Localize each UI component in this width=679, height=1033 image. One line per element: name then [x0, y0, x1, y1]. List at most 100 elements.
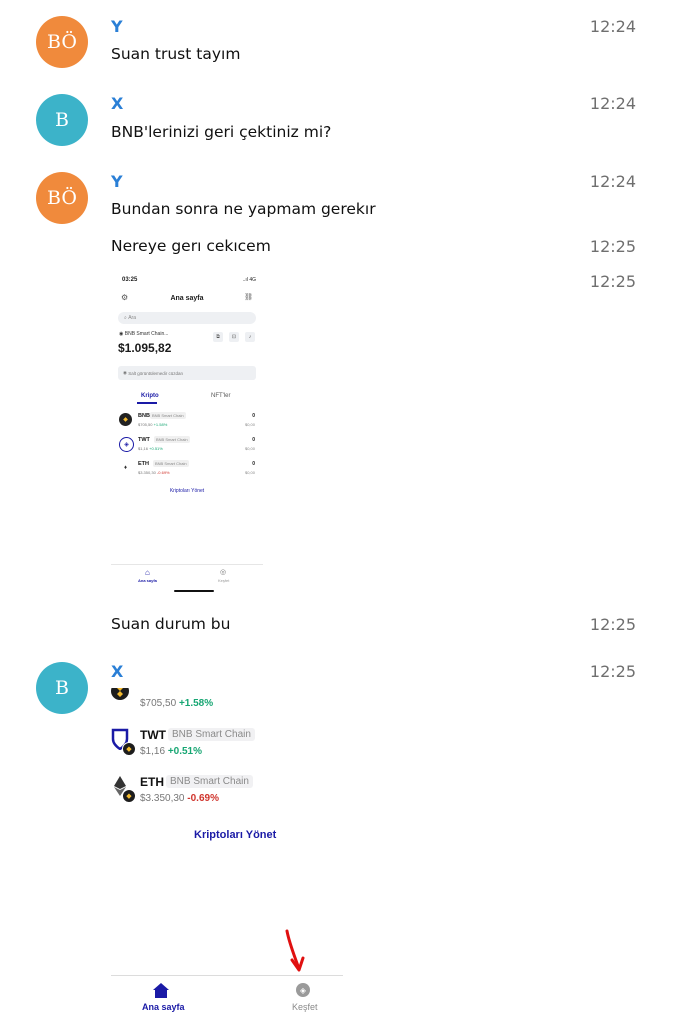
eth-icon: ♦ — [119, 461, 132, 474]
price-value: $1,16 — [140, 746, 166, 757]
token-price: $1,16 +0.51% — [140, 746, 202, 757]
nav-discover-label: Keşfet — [292, 1002, 318, 1012]
message-text: BNB'lerinizi geri çektiniz mi? — [111, 123, 332, 141]
divider — [111, 975, 343, 976]
tab-nft: NFT'ler — [211, 393, 231, 399]
search-input: ⌕ Ara — [118, 312, 256, 324]
token-amount: 0 — [252, 461, 255, 467]
sender-name[interactable]: Y — [111, 17, 123, 36]
token-price: $1,16 +0.51% — [138, 446, 163, 451]
wallet-actions: ⧉ ⊡ ♪ — [213, 332, 255, 342]
message-time: 12:24 — [589, 17, 636, 36]
token-row: ◆ BNB BNB Smart Chain $705,50 +1.58% 0 $… — [119, 412, 255, 432]
nav-home-label: Ana sayfa — [142, 1002, 185, 1012]
sender-name[interactable]: X — [111, 662, 123, 681]
nav-discover-label: Keşfet — [218, 578, 230, 583]
message-text: Bundan sonra ne yapmam gerekır — [111, 200, 376, 218]
wallet-label: BNB Smart Chain... — [124, 331, 169, 337]
token-usd: $0,00 — [244, 446, 255, 451]
divider — [111, 564, 263, 565]
price-change: -0.69% — [187, 793, 219, 804]
price-value: $1,16 — [138, 446, 149, 451]
avatar[interactable]: BÖ — [36, 16, 88, 68]
home-indicator — [174, 590, 214, 592]
message-time: 12:25 — [589, 237, 636, 256]
screenshot-image[interactable]: $705,50 +1.58% ◆ TWT BNB Smart Chain $1,… — [111, 688, 343, 1018]
price-change: +1.58% — [178, 698, 214, 709]
bnb-badge-icon: ◆ — [122, 742, 136, 756]
status-icons: ..ıl 4G — [242, 277, 256, 283]
message-time: 12:25 — [589, 615, 636, 634]
token-chain: BNB Smart Chain — [150, 412, 186, 419]
token-price: $3.350,30 -0.69% — [140, 793, 219, 804]
home-icon — [153, 983, 169, 998]
token-price: $3.350,30 -0.69% — [138, 470, 170, 475]
copy-icon: ⧉ — [213, 332, 223, 342]
price-change: +0.51% — [167, 746, 203, 757]
tab-indicator — [137, 402, 157, 404]
home-icon: ⌂ — [145, 568, 150, 577]
price-change: +0.51% — [149, 446, 163, 451]
manage-crypto-link: Kriptoları Yönet — [169, 488, 205, 494]
token-chain: BNB Smart Chain — [154, 436, 190, 443]
message-text: Nereye gerı cekıcem — [111, 237, 271, 255]
token-row: ◈ TWT BNB Smart Chain $1,16 +0.51% 0 $0,… — [119, 436, 255, 456]
message-text: Suan durum bu — [111, 615, 231, 633]
bnb-icon: ◆ — [119, 413, 132, 426]
bnb-icon — [111, 688, 129, 700]
watch-only-text: Salt görüntülemedir cüzdan — [128, 370, 183, 376]
token-amount: 0 — [252, 413, 255, 419]
sender-name[interactable]: Y — [111, 172, 123, 191]
search-placeholder: Ara — [128, 315, 136, 321]
token-row: $705,50 +1.58% — [111, 688, 343, 716]
twt-icon: ◈ — [119, 437, 134, 452]
token-row: ◆ ETH BNB Smart Chain $3.350,30 -0.69% — [111, 775, 343, 811]
message-time: 12:25 — [589, 272, 636, 291]
wallet-name: ◉ BNB Smart Chain... — [119, 331, 168, 337]
token-symbol: TWT — [140, 728, 166, 742]
watch-only-banner: ◉ Salt görüntülemedir cüzdan — [118, 366, 256, 380]
price-value: $705,50 — [140, 698, 177, 709]
price-value: $3.350,30 — [138, 470, 156, 475]
avatar[interactable]: B — [36, 94, 88, 146]
compass-icon: ◎ — [220, 569, 227, 576]
bell-icon: ♪ — [245, 332, 255, 342]
token-row: ◆ TWT BNB Smart Chain $1,16 +0.51% — [111, 728, 343, 764]
bnb-badge-icon: ◆ — [122, 789, 136, 803]
nav-home-label: Ana sayfa — [138, 578, 157, 583]
link-icon: ⛓ — [244, 294, 253, 301]
page-title: Ana sayfa — [170, 295, 204, 302]
status-time: 03:25 — [122, 277, 138, 283]
price-value: $3.350,30 — [140, 793, 185, 804]
token-price: $705,50 +1.58% — [140, 698, 213, 709]
screenshot-image[interactable]: 03:25 ..ıl 4G ⚙ Ana sayfa ⛓ ⌕ Ara ◉ BNB … — [111, 268, 263, 600]
token-row: ♦ ETH BNB Smart Chain $3.350,30 -0.69% 0… — [119, 460, 255, 480]
token-chain: BNB Smart Chain — [153, 460, 189, 467]
avatar[interactable]: BÖ — [36, 172, 88, 224]
message-time: 12:25 — [589, 662, 636, 681]
token-usd: $0,00 — [244, 422, 255, 427]
token-price: $705,50 +1.58% — [138, 422, 167, 427]
token-symbol: TWT — [138, 437, 150, 443]
sender-name[interactable]: X — [111, 94, 123, 113]
token-usd: $0,00 — [244, 470, 255, 475]
token-symbol: ETH — [138, 461, 149, 467]
token-symbol: ETH — [140, 775, 164, 789]
token-amount: 0 — [252, 437, 255, 443]
scan-icon: ⊡ — [229, 332, 239, 342]
token-chain: BNB Smart Chain — [166, 775, 253, 788]
price-change: -0.69% — [156, 470, 170, 475]
avatar[interactable]: B — [36, 662, 88, 714]
message-text: Suan trust tayım — [111, 45, 241, 63]
compass-icon: ◈ — [296, 983, 310, 997]
message-time: 12:24 — [589, 94, 636, 113]
manage-crypto-link: Kriptoları Yönet — [194, 829, 277, 841]
wallet-balance: $1.095,82 — [118, 341, 172, 355]
red-arrow-annotation — [285, 929, 305, 972]
token-chain: BNB Smart Chain — [168, 728, 255, 741]
price-value: $705,50 — [138, 422, 153, 427]
token-symbol: BNB — [138, 413, 150, 419]
message-time: 12:24 — [589, 172, 636, 191]
price-change: +1.58% — [153, 422, 168, 427]
tab-crypto: Kripto — [141, 393, 159, 399]
